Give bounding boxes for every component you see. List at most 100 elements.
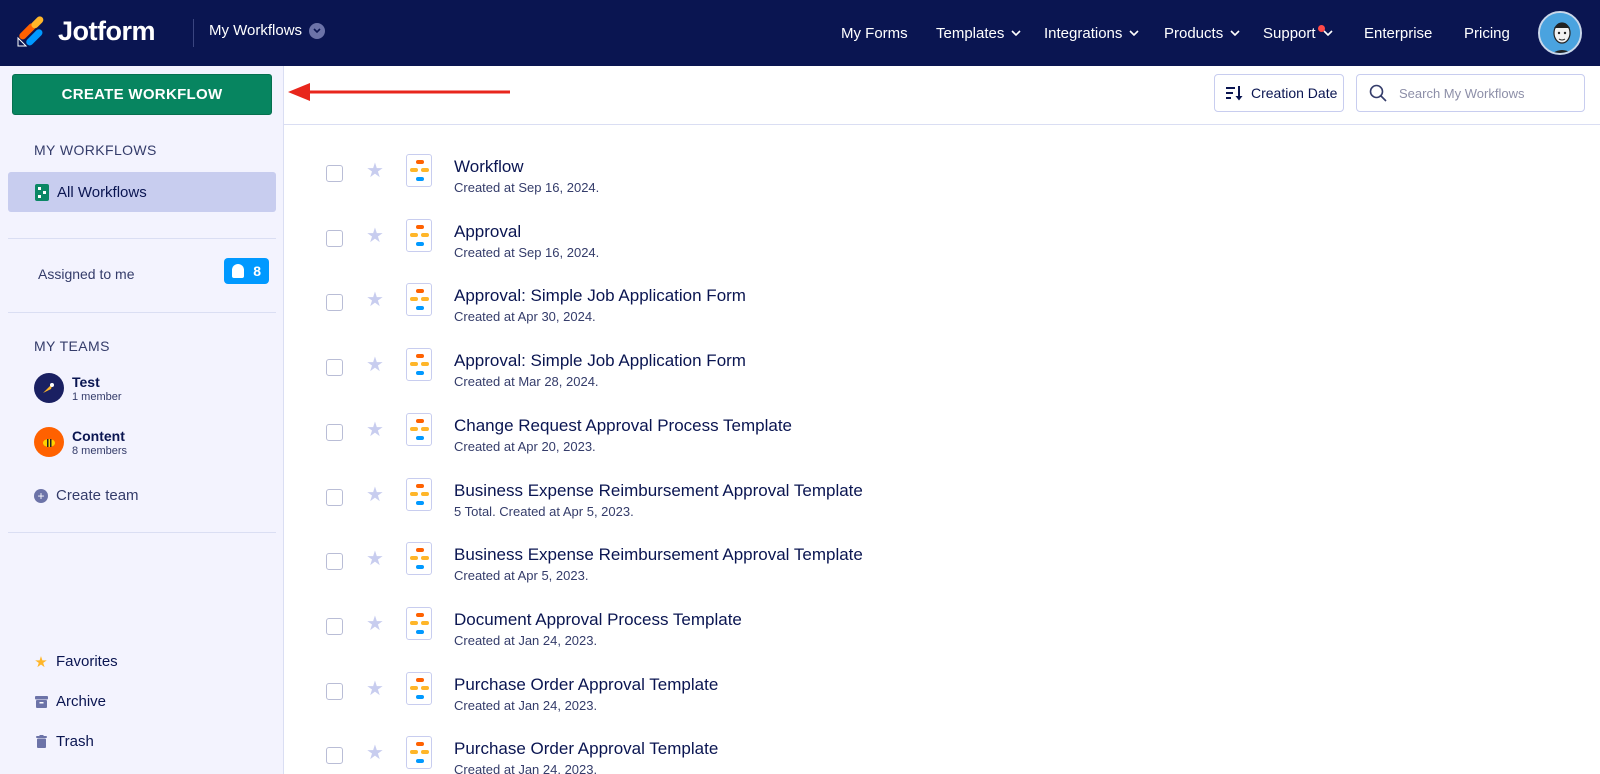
workflow-created-date: Created at Sep 16, 2024. xyxy=(454,244,600,260)
my-teams-heading: MY TEAMS xyxy=(34,338,110,354)
favorite-star-icon[interactable]: ★ xyxy=(366,614,386,634)
workflow-title[interactable]: Approval: Simple Job Application Form xyxy=(454,286,746,306)
user-avatar[interactable] xyxy=(1538,11,1582,55)
sidebar-item-all-workflows[interactable]: All Workflows xyxy=(8,172,276,212)
nav-templates[interactable]: Templates xyxy=(936,0,1021,66)
nav-label: Templates xyxy=(936,24,1005,42)
search-box[interactable] xyxy=(1356,74,1585,112)
row-checkbox[interactable] xyxy=(326,617,343,635)
workflow-icon xyxy=(406,154,432,187)
row-checkbox[interactable] xyxy=(326,359,343,377)
create-team-button[interactable]: + Create team xyxy=(34,487,139,504)
nav-label: Integrations xyxy=(1044,24,1123,42)
nav-support[interactable]: Support xyxy=(1263,0,1333,66)
list-item[interactable]: ★ Document Approval Process Template Creat… xyxy=(284,593,1600,657)
workflow-title[interactable]: Purchase Order Approval Template xyxy=(454,739,718,759)
assigned-count-badge[interactable]: 8 xyxy=(224,258,269,284)
favorite-star-icon[interactable]: ★ xyxy=(366,485,386,505)
row-checkbox[interactable] xyxy=(326,488,343,506)
toolbar-divider xyxy=(284,124,1600,125)
workflow-created-date: Created at Apr 20, 2023. xyxy=(454,438,596,454)
row-checkbox[interactable] xyxy=(326,747,343,765)
nav-pricing[interactable]: Pricing xyxy=(1464,0,1510,66)
nav-my-forms[interactable]: My Forms xyxy=(841,0,908,66)
sidebar-item-trash[interactable]: Trash xyxy=(34,733,94,750)
sidebar: CREATE WORKFLOW MY WORKFLOWS All Workflo… xyxy=(0,66,284,774)
list-item[interactable]: ★ Purchase Order Approval Template Created… xyxy=(284,722,1600,774)
row-checkbox[interactable] xyxy=(326,229,343,247)
plus-circle-icon: + xyxy=(34,488,48,503)
nav-products[interactable]: Products xyxy=(1164,0,1240,66)
favorite-star-icon[interactable]: ★ xyxy=(366,549,386,569)
list-item[interactable]: ★ Purchase Order Approval Template Created… xyxy=(284,658,1600,722)
team-item-content[interactable]: Content 8 members xyxy=(34,427,127,457)
nav-label: Enterprise xyxy=(1364,24,1433,42)
nav-integrations[interactable]: Integrations xyxy=(1044,0,1139,66)
sidebar-item-favorites[interactable]: ★ Favorites xyxy=(34,653,117,671)
bell-icon xyxy=(232,264,244,278)
favorite-star-icon[interactable]: ★ xyxy=(366,679,386,699)
workflow-created-date: Created at Jan 24, 2023. xyxy=(454,697,598,713)
top-navbar: Jotform My Workflows My Forms Templates … xyxy=(0,0,1600,66)
list-item[interactable]: ★ Business Expense Reimbursement Approval… xyxy=(284,528,1600,592)
row-checkbox[interactable] xyxy=(326,294,343,312)
list-item[interactable]: ★ Business Expense Reimbursement Approval… xyxy=(284,464,1600,528)
list-item[interactable]: ★ Approval: Simple Job Application Form Cr… xyxy=(284,269,1600,333)
row-checkbox[interactable] xyxy=(326,682,343,700)
favorite-star-icon[interactable]: ★ xyxy=(366,290,386,310)
workflow-created-date: Created at Apr 5, 2023. xyxy=(454,568,589,584)
workspace-label: My Workflows xyxy=(209,22,303,39)
favorite-star-icon[interactable]: ★ xyxy=(366,161,386,181)
brand-name: Jotform xyxy=(58,15,156,46)
sidebar-divider xyxy=(8,532,276,533)
sort-descending-icon xyxy=(1226,86,1243,101)
workflow-title[interactable]: Change Request Approval Process Template xyxy=(454,416,792,436)
workflow-icon xyxy=(406,477,432,511)
favorite-star-icon[interactable]: ★ xyxy=(366,743,386,763)
sort-button[interactable]: Creation Date xyxy=(1214,74,1344,112)
star-icon: ★ xyxy=(34,653,48,671)
workflow-title[interactable]: Workflow xyxy=(454,157,524,177)
favorite-star-icon[interactable]: ★ xyxy=(366,355,386,375)
workflow-created-date: Created at Apr 30, 2024. xyxy=(454,309,596,325)
favorite-star-icon[interactable]: ★ xyxy=(366,226,386,246)
workflow-icon xyxy=(406,606,432,640)
chevron-down-icon xyxy=(1129,30,1139,36)
assigned-to-me-link[interactable]: Assigned to me xyxy=(38,266,135,282)
workflow-title[interactable]: Purchase Order Approval Template xyxy=(454,675,718,695)
list-item[interactable]: ★ Change Request Approval Process Templat… xyxy=(284,399,1600,463)
list-item[interactable]: ★ Approval: Simple Job Application Form Cr… xyxy=(284,334,1600,398)
workflow-icon xyxy=(406,348,432,382)
row-checkbox[interactable] xyxy=(326,165,343,182)
favorite-star-icon[interactable]: ★ xyxy=(366,420,386,440)
row-checkbox[interactable] xyxy=(326,553,343,571)
sort-label: Creation Date xyxy=(1251,85,1338,101)
workflow-created-date: Created at Sep 16, 2024. xyxy=(454,180,600,195)
sidebar-item-archive[interactable]: Archive xyxy=(34,693,106,710)
create-workflow-button[interactable]: CREATE WORKFLOW xyxy=(12,74,272,115)
row-checkbox[interactable] xyxy=(326,423,343,441)
team-member-count: 1 member xyxy=(72,390,122,403)
workflow-icon xyxy=(35,184,49,201)
workflow-title[interactable]: Approval: Simple Job Application Form xyxy=(454,351,746,371)
workflow-icon xyxy=(406,736,432,770)
workflow-title[interactable]: Approval xyxy=(454,222,521,242)
list-item[interactable]: ★ Approval Created at Sep 16, 2024. xyxy=(284,205,1600,269)
search-input[interactable] xyxy=(1399,85,1569,101)
list-item[interactable]: ★ Workflow Created at Sep 16, 2024. xyxy=(284,140,1600,204)
team-member-count: 8 members xyxy=(72,444,128,457)
workflow-title[interactable]: Document Approval Process Template xyxy=(454,610,742,630)
workflow-title[interactable]: Business Expense Reimbursement Approval … xyxy=(454,481,863,501)
archive-icon xyxy=(34,695,48,709)
workflow-title[interactable]: Business Expense Reimbursement Approval … xyxy=(454,545,863,565)
chevron-down-icon xyxy=(1011,30,1021,36)
workflow-icon xyxy=(406,283,432,317)
team-item-test[interactable]: Test 1 member xyxy=(34,373,122,403)
workflow-created-date: Created at Jan 24, 2023. xyxy=(454,762,598,774)
workspace-selector[interactable]: My Workflows xyxy=(209,22,326,39)
header-divider xyxy=(193,19,194,47)
jotform-logo[interactable]: Jotform xyxy=(16,14,156,48)
sidebar-divider xyxy=(8,312,276,313)
nav-enterprise[interactable]: Enterprise xyxy=(1364,0,1432,66)
workflow-created-date: Created at Jan 24, 2023. xyxy=(454,632,598,648)
